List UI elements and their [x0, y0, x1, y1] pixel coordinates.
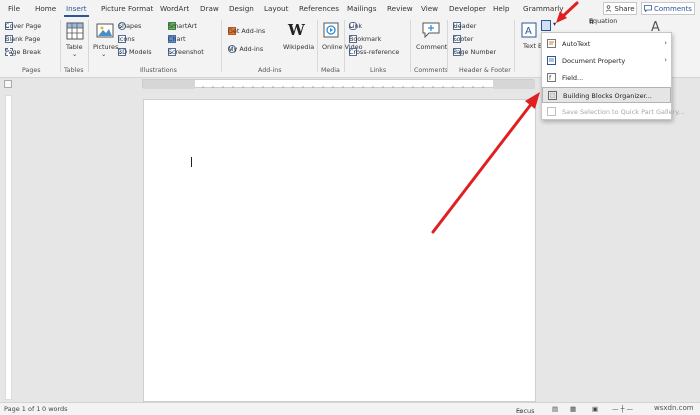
tab-picture-format[interactable]: Picture Format	[101, 4, 153, 13]
quick-parts-icon[interactable]	[541, 20, 551, 31]
cover-page-button[interactable]: Cover Page ⌄	[5, 22, 41, 30]
horizontal-ruler[interactable]	[142, 79, 535, 89]
wikipedia-icon: W	[288, 21, 305, 39]
menu-item-autotext[interactable]: AutoText ›	[542, 36, 671, 52]
comment-button[interactable]: Comment	[416, 43, 447, 51]
tab-help[interactable]: Help	[493, 4, 509, 13]
autotext-icon	[547, 39, 556, 48]
new-comment-icon[interactable]	[422, 22, 440, 38]
document-page[interactable]	[143, 99, 536, 402]
group-separator	[317, 20, 318, 72]
tab-grammarly[interactable]: Grammarly	[523, 4, 564, 13]
web-layout-icon[interactable]: ▣	[592, 405, 598, 413]
menu-item-save-selection-to-gallery: Save Selection to Quick Part Gallery...	[542, 104, 684, 120]
group-separator	[60, 20, 61, 72]
tab-review[interactable]: Review	[387, 4, 413, 13]
active-tab-indicator	[64, 15, 89, 17]
tab-file[interactable]: File	[8, 4, 20, 13]
tab-mailings[interactable]: Mailings	[347, 4, 376, 13]
tab-home[interactable]: Home	[35, 4, 56, 13]
blank-page-button[interactable]: Blank Page	[5, 35, 40, 43]
footer-button[interactable]: Footer ⌄	[453, 35, 473, 43]
page-count[interactable]: Page 1 of 1	[4, 405, 40, 413]
chevron-down-icon: ⌄	[101, 50, 107, 58]
page-break-button[interactable]: Page Break	[5, 48, 41, 56]
vertical-ruler[interactable]	[5, 95, 12, 400]
share-icon	[606, 5, 612, 12]
word-count[interactable]: 0 words	[42, 405, 68, 413]
pictures-icon[interactable]	[96, 22, 114, 40]
cross-reference-button[interactable]: Cross-reference	[349, 48, 399, 56]
building-blocks-icon	[548, 91, 557, 100]
tab-view[interactable]: View	[421, 4, 438, 13]
group-label-add-ins: Add-ins	[258, 67, 282, 74]
print-layout-icon[interactable]: ▦	[570, 405, 576, 413]
tab-wordart[interactable]: WordArt	[160, 4, 189, 13]
read-mode-icon[interactable]: ▤	[552, 405, 558, 413]
menu-item-building-blocks-organizer[interactable]: Building Blocks Organizer...	[542, 87, 671, 103]
shapes-button[interactable]: Shapes ⌄	[118, 22, 141, 30]
table-icon[interactable]	[66, 22, 84, 40]
group-label-illustrations: Illustrations	[140, 67, 177, 74]
chart-button[interactable]: Chart	[168, 35, 186, 43]
group-label-pages: Pages	[22, 67, 41, 74]
screenshot-button[interactable]: Screenshot ⌄	[168, 48, 204, 56]
tab-selector[interactable]	[4, 80, 12, 88]
group-separator	[88, 20, 89, 72]
wikipedia-button[interactable]: Wikipedia	[283, 43, 314, 51]
group-label-media: Media	[321, 67, 340, 74]
page-number-button[interactable]: Page Number ⌄	[453, 48, 496, 56]
comments-label: Comments	[654, 4, 692, 13]
submenu-arrow-icon: ›	[664, 56, 667, 64]
comment-icon	[644, 5, 652, 12]
group-separator	[514, 20, 515, 72]
group-label-links: Links	[370, 67, 387, 74]
tab-references[interactable]: References	[299, 4, 339, 13]
tab-layout[interactable]: Layout	[264, 4, 288, 13]
zoom-slider[interactable]: — ┼ —	[612, 405, 633, 413]
group-separator	[344, 20, 345, 72]
document-property-icon	[547, 56, 556, 65]
3d-models-button[interactable]: 3D Models ⌄	[118, 48, 152, 56]
svg-text:A: A	[525, 26, 532, 37]
tab-draw[interactable]: Draw	[200, 4, 219, 13]
icons-button[interactable]: Icons	[118, 35, 135, 43]
quick-parts-chevron-icon[interactable]: ▾	[553, 20, 556, 28]
group-label-comments: Comments	[414, 67, 449, 74]
submenu-arrow-icon: ›	[664, 39, 667, 47]
chevron-down-icon: ⌄	[5, 22, 11, 30]
group-separator	[447, 20, 448, 72]
bookmark-button[interactable]: Bookmark	[349, 35, 381, 43]
tab-design[interactable]: Design	[229, 4, 254, 13]
header-button[interactable]: Header ⌄	[453, 22, 476, 30]
menu-item-document-property[interactable]: Document Property ›	[542, 53, 671, 69]
field-icon: f	[547, 73, 556, 82]
smartart-button[interactable]: SmartArt	[168, 22, 197, 30]
share-label: Share	[614, 4, 635, 13]
group-separator	[221, 20, 222, 72]
ribbon-tab-bar: File Home Insert Picture Format WordArt …	[0, 0, 700, 18]
get-add-ins-button[interactable]: Get Add-ins	[228, 27, 265, 35]
my-add-ins-button[interactable]: My Add-ins ⌄	[228, 45, 263, 53]
group-label-tables: Tables	[64, 67, 84, 74]
chevron-down-icon: ⌄	[72, 50, 78, 58]
group-separator	[410, 20, 411, 72]
comments-button[interactable]: Comments	[641, 2, 695, 15]
share-button[interactable]: Share	[603, 2, 637, 15]
link-button[interactable]: Link ⌄	[349, 22, 362, 30]
group-label-header-footer: Header & Footer	[459, 67, 511, 74]
tab-insert[interactable]: Insert	[66, 4, 87, 13]
online-video-icon[interactable]	[323, 22, 339, 38]
text-cursor	[191, 157, 192, 167]
save-to-gallery-icon	[547, 107, 556, 116]
watermark: wsxdn.com	[654, 404, 694, 412]
menu-item-field[interactable]: f Field...	[542, 70, 671, 86]
quick-parts-menu: AutoText › Document Property › f Field..…	[541, 32, 684, 120]
text-box-icon[interactable]: A	[521, 22, 537, 38]
status-bar: Page 1 of 1 0 words ▭ Focus ▤ ▦ ▣ — ┼ —	[0, 402, 700, 415]
tab-developer[interactable]: Developer	[449, 4, 486, 13]
